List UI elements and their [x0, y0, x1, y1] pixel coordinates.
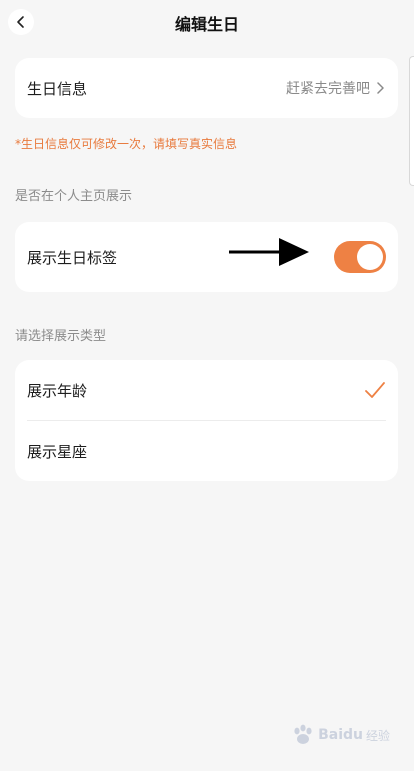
option-show-age-label: 展示年龄	[27, 381, 88, 400]
scrollbar[interactable]	[409, 56, 414, 186]
type-section-title: 请选择展示类型	[15, 329, 107, 344]
toggle-knob	[357, 244, 383, 270]
arrow-icon	[229, 238, 309, 266]
watermark-suffix: 经验	[365, 728, 390, 743]
display-type-card: 展示年龄 展示星座	[15, 360, 398, 481]
baidu-jingyan-watermark: Baidu 经验	[291, 723, 390, 747]
modify-once-note: *生日信息仅可修改一次，请填写真实信息	[15, 137, 238, 151]
birthday-info-label: 生日信息	[27, 79, 88, 98]
page-title: 编辑生日	[174, 15, 239, 34]
paw-logo-icon	[294, 724, 312, 744]
checkmark-icon	[365, 382, 385, 398]
birthday-info-card[interactable]: 生日信息 赶紧去完善吧	[15, 58, 398, 118]
show-birthday-tag-toggle[interactable]	[334, 241, 386, 273]
option-show-constellation[interactable]: 展示星座	[15, 421, 398, 481]
toggle-wrapper	[334, 241, 386, 273]
option-show-age-right	[364, 381, 386, 399]
show-birthday-tag-label: 展示生日标签	[27, 248, 118, 267]
option-show-constellation-label: 展示星座	[27, 442, 88, 461]
chevron-right-icon	[377, 82, 384, 94]
top-bar: 编辑生日	[0, 0, 414, 44]
birthday-info-row[interactable]: 生日信息 赶紧去完善吧	[15, 58, 398, 118]
profile-section-title: 是否在个人主页展示	[15, 189, 133, 204]
watermark-brand: Baidu	[318, 727, 363, 743]
birthday-info-right: 赶紧去完善吧	[286, 78, 386, 98]
show-birthday-tag-row: 展示生日标签	[15, 222, 398, 292]
show-birthday-tag-card: 展示生日标签	[15, 222, 398, 292]
birthday-info-hint: 赶紧去完善吧	[286, 81, 370, 97]
edit-birthday-page: 编辑生日 生日信息 赶紧去完善吧 *生日信息仅可修改一次，请填写真实信息 是否在…	[0, 0, 414, 771]
option-show-age[interactable]: 展示年龄	[15, 360, 398, 420]
